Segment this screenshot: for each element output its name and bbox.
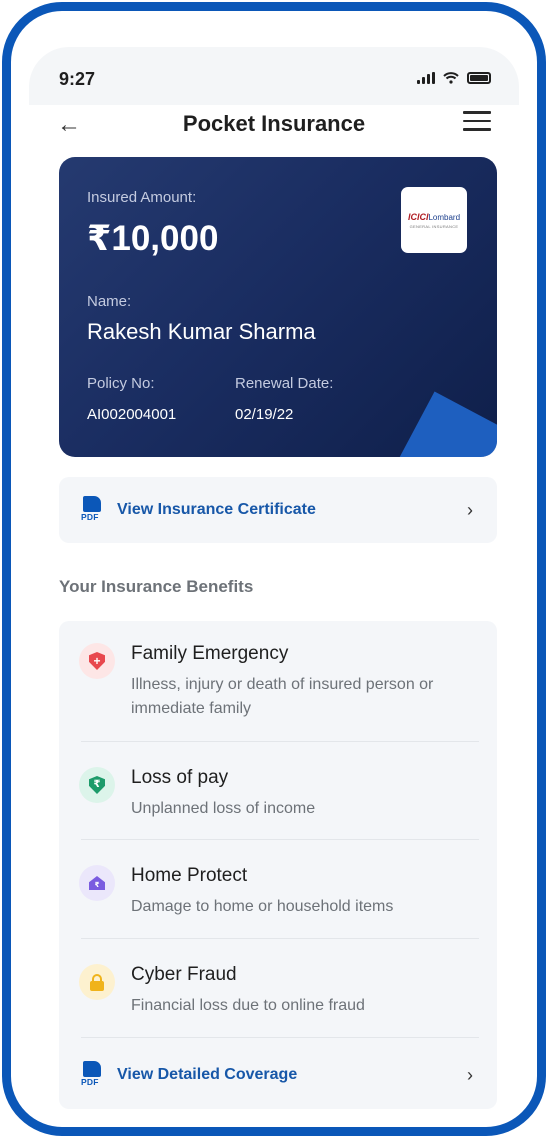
hamburger-menu-icon[interactable] (463, 107, 491, 135)
divider (81, 1037, 479, 1038)
renewal-date-value: 02/19/22 (235, 406, 294, 423)
divider (81, 741, 479, 742)
benefit-description: Illness, injury or death of insured pers… (131, 676, 434, 717)
benefits-list: + Family Emergency Illness, injury or de… (59, 621, 497, 1109)
certificate-link-label: View Insurance Certificate (117, 501, 316, 518)
purple-home-icon: ₹ (79, 865, 115, 901)
status-bar: 9:27 (29, 47, 519, 105)
benefit-title: Cyber Fraud (131, 964, 237, 985)
benefit-title: Family Emergency (131, 643, 289, 664)
benefit-title: Home Protect (131, 865, 248, 886)
green-shield-rupee-icon: ₹ (79, 767, 115, 803)
insurer-logo: ICICILombard GENERAL INSURANCE (401, 187, 467, 253)
view-detailed-coverage-button[interactable]: PDF View Detailed Coverage › (59, 1041, 497, 1109)
divider (81, 839, 479, 840)
benefit-title: Loss of pay (131, 767, 229, 788)
benefit-description: Financial loss due to online fraud (131, 997, 365, 1014)
name-label: Name: (87, 293, 132, 310)
phone-frame: 9:27 ← Pocket Insurance Insured Amount: … (2, 2, 546, 1136)
card-decoration-accent (392, 391, 497, 457)
insured-amount-label: Insured Amount: (87, 189, 197, 206)
app-screen: 9:27 ← Pocket Insurance Insured Amount: … (29, 47, 519, 1117)
yellow-lock-icon (79, 964, 115, 1000)
insured-amount-value: ₹10,000 (87, 219, 219, 258)
page-title: Pocket Insurance (182, 111, 366, 136)
divider (81, 938, 479, 939)
pdf-icon: PDF (81, 496, 103, 524)
policy-number-label: Policy No: (87, 375, 155, 392)
benefits-section-title: Your Insurance Benefits (59, 577, 254, 596)
signal-icon (417, 72, 435, 84)
status-icons (417, 72, 491, 84)
status-time: 9:27 (59, 69, 96, 89)
insured-name: Rakesh Kumar Sharma (87, 319, 316, 344)
insurer-logo-subtitle: GENERAL INSURANCE (409, 223, 459, 229)
detailed-coverage-link-label: View Detailed Coverage (117, 1066, 298, 1083)
chevron-right-icon: › (467, 1064, 473, 1085)
pdf-icon: PDF (81, 1061, 103, 1089)
red-shield-plus-icon: + (79, 643, 115, 679)
chevron-right-icon: › (467, 499, 473, 520)
battery-icon (467, 72, 491, 84)
insurance-summary-card: Insured Amount: ₹10,000 Name: Rakesh Kum… (59, 157, 497, 457)
benefit-description: Damage to home or household items (131, 898, 394, 915)
policy-number-value: AI002004001 (87, 406, 177, 423)
insurer-logo-wordmark: ICICILombard (407, 211, 461, 222)
benefit-description: Unplanned loss of income (131, 800, 316, 817)
wifi-icon (443, 72, 459, 84)
renewal-date-label: Renewal Date: (235, 375, 334, 392)
view-insurance-certificate-button[interactable]: PDF View Insurance Certificate › (59, 477, 497, 543)
app-header: ← Pocket Insurance (29, 105, 519, 155)
